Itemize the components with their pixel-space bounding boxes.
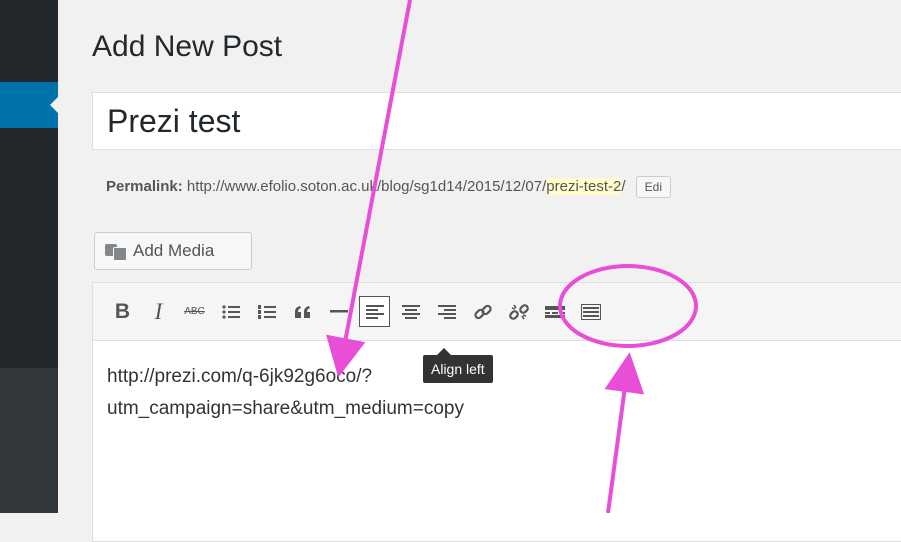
align-right-button[interactable]	[431, 296, 462, 327]
strikethrough-button[interactable]: ABC	[179, 296, 210, 327]
active-menu-notch	[50, 97, 58, 113]
bulleted-list-icon	[221, 304, 240, 319]
bold-button[interactable]: B	[107, 296, 138, 327]
align-center-button[interactable]	[395, 296, 426, 327]
media-icon	[105, 242, 127, 261]
read-more-button[interactable]	[539, 296, 570, 327]
editor-content[interactable]: http://prezi.com/q-6jk92g6oco/? utm_camp…	[93, 341, 901, 445]
permalink-base-url[interactable]: http://www.efolio.soton.ac.uk/blog/sg1d1…	[187, 178, 546, 195]
remove-link-button[interactable]	[503, 296, 534, 327]
permalink-edit-button[interactable]: Edi	[635, 176, 672, 198]
keyboard-icon	[580, 303, 601, 320]
content-line-1: http://prezi.com/q-6jk92g6oco/?	[107, 366, 373, 387]
post-editor: B I ABC http://prezi.com/q-6jk92g6oco/? …	[92, 282, 901, 542]
horizontal-line-icon	[329, 309, 348, 312]
post-title-input[interactable]	[93, 93, 901, 149]
blockquote-button[interactable]	[287, 296, 318, 327]
italic-button[interactable]: I	[143, 296, 174, 327]
align-left-tooltip: Align left	[423, 348, 493, 383]
numbered-list-icon	[257, 304, 276, 319]
toolbar-toggle-button[interactable]	[575, 296, 606, 327]
page-title: Add New Post	[92, 30, 283, 63]
permalink-label: Permalink:	[106, 177, 183, 195]
blockquote-icon	[294, 305, 310, 318]
horizontal-line-button[interactable]	[323, 296, 354, 327]
post-title-box	[92, 92, 901, 150]
unlink-icon	[508, 303, 529, 320]
editor-toolbar: B I ABC	[93, 283, 901, 341]
add-media-button[interactable]: Add Media	[94, 232, 252, 270]
align-center-icon	[401, 304, 420, 319]
read-more-icon	[544, 305, 565, 318]
content-line-2: utm_campaign=share&utm_medium=copy	[107, 398, 464, 419]
sidebar-lower-section	[0, 368, 58, 513]
align-right-icon	[437, 304, 456, 319]
permalink-row: Permalink: http://www.efolio.soton.ac.uk…	[106, 176, 672, 198]
bulleted-list-button[interactable]	[215, 296, 246, 327]
numbered-list-button[interactable]	[251, 296, 282, 327]
align-left-icon	[365, 304, 384, 319]
insert-link-button[interactable]	[467, 296, 498, 327]
admin-sidebar	[0, 0, 58, 513]
add-media-label: Add Media	[133, 241, 215, 260]
link-icon	[473, 304, 492, 319]
permalink-trailing-slash: /	[621, 177, 626, 195]
permalink-slug[interactable]: prezi-test-2	[546, 177, 622, 195]
align-left-button[interactable]	[359, 296, 390, 327]
